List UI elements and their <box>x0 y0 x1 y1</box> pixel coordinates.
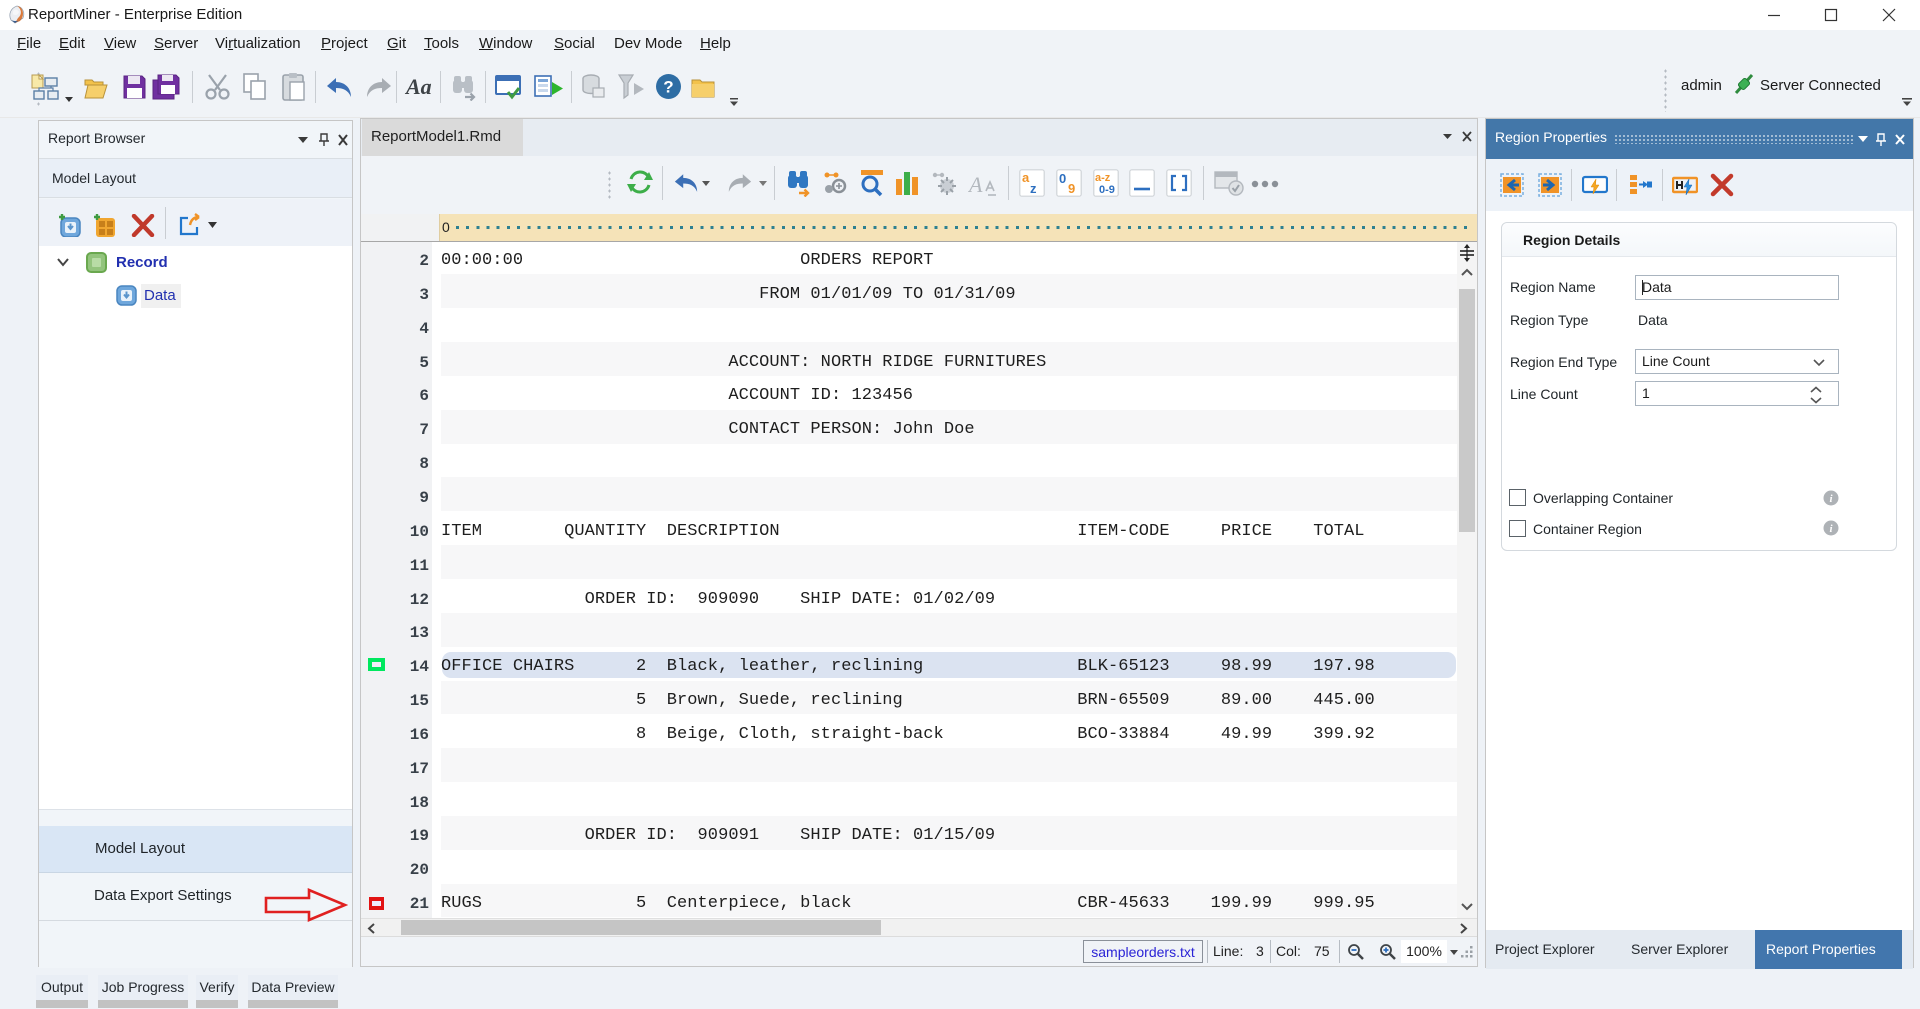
svg-text:a: a <box>1022 170 1030 185</box>
svg-text:?: ? <box>663 78 673 97</box>
svg-text:z: z <box>1030 181 1037 196</box>
svg-text:0-9: 0-9 <box>1099 184 1115 196</box>
svg-text:A: A <box>968 172 983 197</box>
svg-text:0: 0 <box>1059 171 1066 186</box>
svg-text:9: 9 <box>1068 181 1075 196</box>
svg-text:a-z: a-z <box>1095 172 1111 184</box>
